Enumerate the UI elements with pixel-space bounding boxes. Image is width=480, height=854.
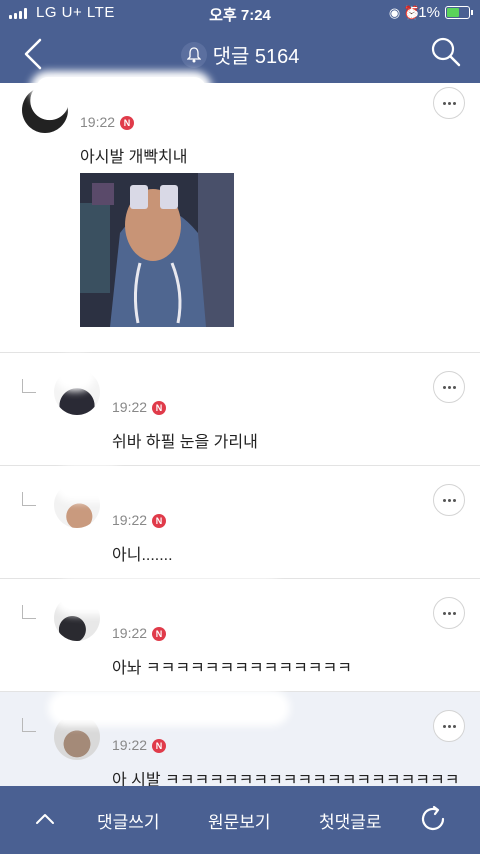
comment-text: 아니....... (112, 547, 173, 564)
avatar[interactable] (54, 714, 100, 760)
comment-time: 19:22 N (112, 737, 167, 753)
username-redacted (60, 472, 120, 496)
more-options-button[interactable] (433, 484, 465, 516)
new-badge: N (152, 739, 167, 753)
chevron-up-icon (36, 814, 54, 824)
search-icon (431, 37, 461, 67)
top-bar: LG U+ LTE 오후 7:24 ◉ ⏰ 51% 댓글 5164 (0, 0, 480, 83)
comment-time: 19:22 N (80, 114, 135, 130)
comment-text: 아놔 ㅋㅋㅋㅋㅋㅋㅋㅋㅋㅋㅋㅋㅋㅋ (112, 660, 352, 677)
username-redacted (60, 585, 280, 609)
comment-item: 19:22 N 아 시발 ㅋㅋㅋㅋㅋㅋㅋㅋㅋㅋㅋㅋㅋㅋㅋㅋㅋㅋㅋㅋ (0, 692, 480, 792)
comment-item: 19:22 N 아놔 ㅋㅋㅋㅋㅋㅋㅋㅋㅋㅋㅋㅋㅋㅋ (0, 579, 480, 692)
comment-image[interactable] (80, 173, 234, 327)
reply-indent-icon (22, 718, 36, 732)
new-badge: N (152, 401, 167, 415)
page-title: 댓글 5164 (0, 40, 480, 69)
more-options-button[interactable] (433, 710, 465, 742)
write-comment-button[interactable]: 댓글쓰기 (97, 808, 160, 833)
username-redacted (54, 696, 284, 720)
battery-icon (445, 6, 473, 19)
comment-time: 19:22 N (112, 625, 167, 641)
battery-percent: 51% (409, 4, 440, 21)
new-badge: N (152, 514, 167, 528)
comment-time: 19:22 N (112, 399, 167, 415)
reply-indent-icon (22, 492, 36, 506)
status-bar: LG U+ LTE 오후 7:24 ◉ ⏰ 51% (0, 0, 480, 26)
reply-indent-icon (22, 605, 36, 619)
username-redacted (60, 361, 90, 385)
bottom-toolbar: 댓글쓰기 원문보기 첫댓글로 (0, 786, 480, 854)
nav-bar: 댓글 5164 (0, 26, 480, 83)
comment-text: 쉬바 하필 눈을 가리내 (112, 434, 258, 451)
reply-indent-icon (22, 379, 36, 393)
comment-item: 19:22 N 쉬바 하필 눈을 가리내 (0, 353, 480, 466)
refresh-button[interactable] (418, 804, 448, 834)
search-button[interactable] (430, 36, 462, 68)
new-badge: N (152, 627, 167, 641)
comment-text: 아시발 개빡치내 (80, 149, 188, 166)
more-options-button[interactable] (433, 87, 465, 119)
scroll-top-button[interactable] (34, 808, 56, 830)
refresh-icon (421, 805, 445, 831)
more-options-button[interactable] (433, 371, 465, 403)
title-text: 댓글 5164 (212, 46, 300, 68)
bell-icon[interactable] (180, 42, 207, 68)
comment-item: 19:22 N 아니....... (0, 466, 480, 579)
more-options-button[interactable] (433, 597, 465, 629)
first-comment-button[interactable]: 첫댓글로 (319, 808, 382, 833)
comment-item: 19:22 N 아시발 개빡치내 (0, 77, 480, 353)
comment-time: 19:22 N (112, 512, 167, 528)
new-badge: N (120, 116, 135, 130)
view-original-button[interactable]: 원문보기 (208, 808, 271, 833)
username-redacted (36, 77, 206, 101)
